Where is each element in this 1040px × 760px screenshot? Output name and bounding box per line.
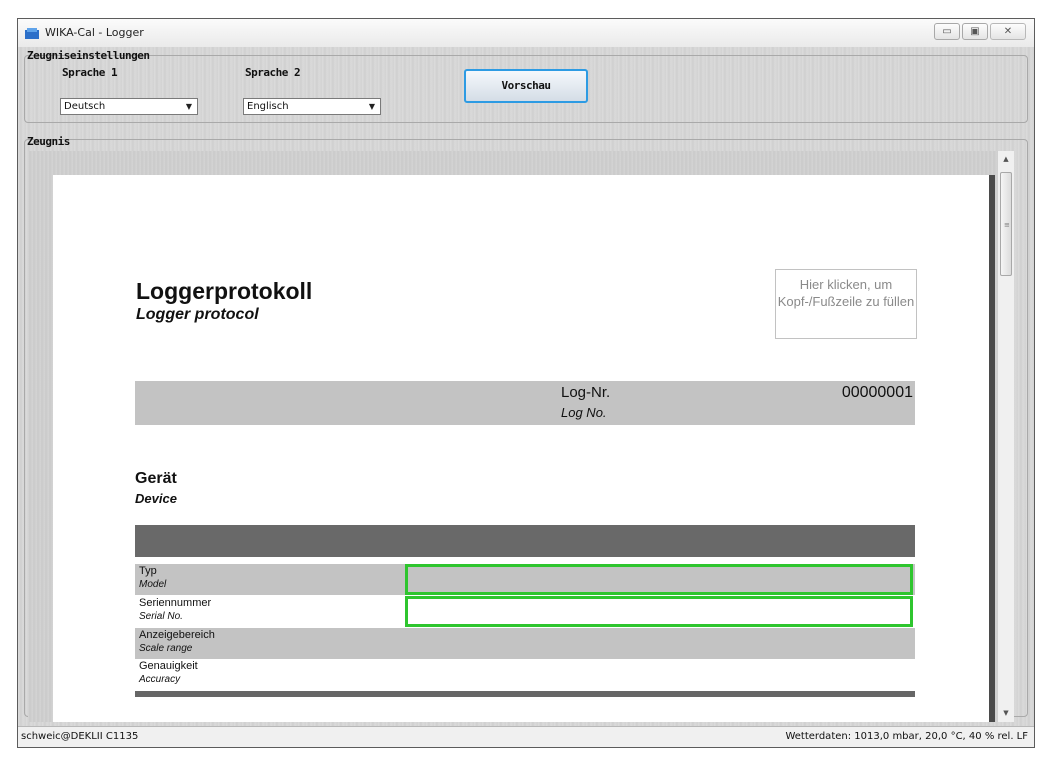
status-user: schweic@DEKLII C1135	[21, 731, 139, 742]
minimize-icon[interactable]: ▭	[934, 23, 960, 40]
scroll-down-icon[interactable]: ▼	[998, 705, 1014, 722]
language2-label: Sprache 2	[245, 66, 301, 79]
document-viewer[interactable]: Loggerprotokoll Logger protocol Hier kli…	[28, 151, 1014, 722]
language1-select[interactable]: Deutsch ▼	[60, 98, 198, 115]
window-controls: ▭ ▣ ✕	[932, 23, 1026, 40]
row-label: Anzeigebereich	[139, 629, 215, 641]
language2-select[interactable]: Englisch ▼	[243, 98, 381, 115]
chevron-down-icon: ▼	[185, 102, 192, 111]
language1-value: Deutsch	[64, 101, 106, 112]
scroll-up-icon[interactable]: ▲	[998, 151, 1014, 168]
row-label-en: Scale range	[139, 643, 193, 654]
language2-value: Englisch	[247, 101, 289, 112]
maximize-icon[interactable]: ▣	[962, 23, 988, 40]
chevron-down-icon: ▼	[368, 102, 375, 111]
device-section-subtitle: Device	[135, 491, 177, 506]
certificate-group-title: Zeugnis	[27, 135, 70, 148]
status-weather: Wetterdaten: 1013,0 mbar, 20,0 °C, 40 % …	[785, 731, 1028, 742]
table-bottom-border	[135, 691, 915, 697]
vertical-scrollbar[interactable]: ▲ ≡ ▼	[997, 151, 1014, 722]
app-window: WIKA-Cal - Logger ▭ ▣ ✕ Zeugniseinstellu…	[17, 18, 1035, 748]
row-label-en: Accuracy	[139, 674, 181, 685]
preview-button[interactable]: Vorschau	[464, 69, 588, 103]
table-row: Genauigkeit Accuracy	[135, 659, 915, 690]
grip-icon: ≡	[1004, 221, 1010, 229]
app-icon	[25, 28, 39, 39]
table-row: Seriennummer Serial No.	[135, 596, 915, 627]
model-field[interactable]	[405, 564, 913, 595]
log-number-value: 00000001	[841, 384, 913, 401]
document-page: Loggerprotokoll Logger protocol Hier kli…	[53, 175, 995, 722]
device-section-title: Gerät	[135, 470, 177, 487]
log-number-band: Log-Nr. Log No. 00000001	[135, 381, 915, 425]
settings-group-title: Zeugniseinstellungen	[27, 49, 150, 62]
scroll-thumb[interactable]: ≡	[1000, 172, 1012, 276]
row-label-en: Serial No.	[139, 611, 183, 622]
serial-number-field[interactable]	[405, 596, 913, 627]
table-row: Typ Model	[135, 564, 915, 595]
status-bar: schweic@DEKLII C1135 Wetterdaten: 1013,0…	[18, 726, 1034, 747]
table-row: Anzeigebereich Scale range	[135, 628, 915, 659]
row-label-en: Model	[139, 579, 167, 590]
log-number-label: Log-Nr.	[561, 384, 611, 401]
window-title: WIKA-Cal - Logger	[45, 26, 144, 39]
title-bar: WIKA-Cal - Logger ▭ ▣ ✕	[18, 19, 1034, 48]
document-subtitle: Logger protocol	[136, 306, 259, 323]
language1-label: Sprache 1	[62, 66, 118, 79]
row-label: Seriennummer	[139, 597, 212, 609]
main-content: Zeugniseinstellungen Sprache 1 Deutsch ▼…	[18, 47, 1034, 747]
device-table-header	[135, 525, 915, 557]
close-icon[interactable]: ✕	[990, 23, 1026, 40]
header-footer-placeholder[interactable]: Hier klicken, um Kopf-/Fußzeile zu fülle…	[775, 269, 917, 339]
row-label: Typ	[139, 565, 157, 577]
log-number-label-en: Log No.	[561, 405, 607, 420]
document-title: Loggerprotokoll	[136, 278, 313, 304]
row-label: Genauigkeit	[139, 660, 198, 672]
